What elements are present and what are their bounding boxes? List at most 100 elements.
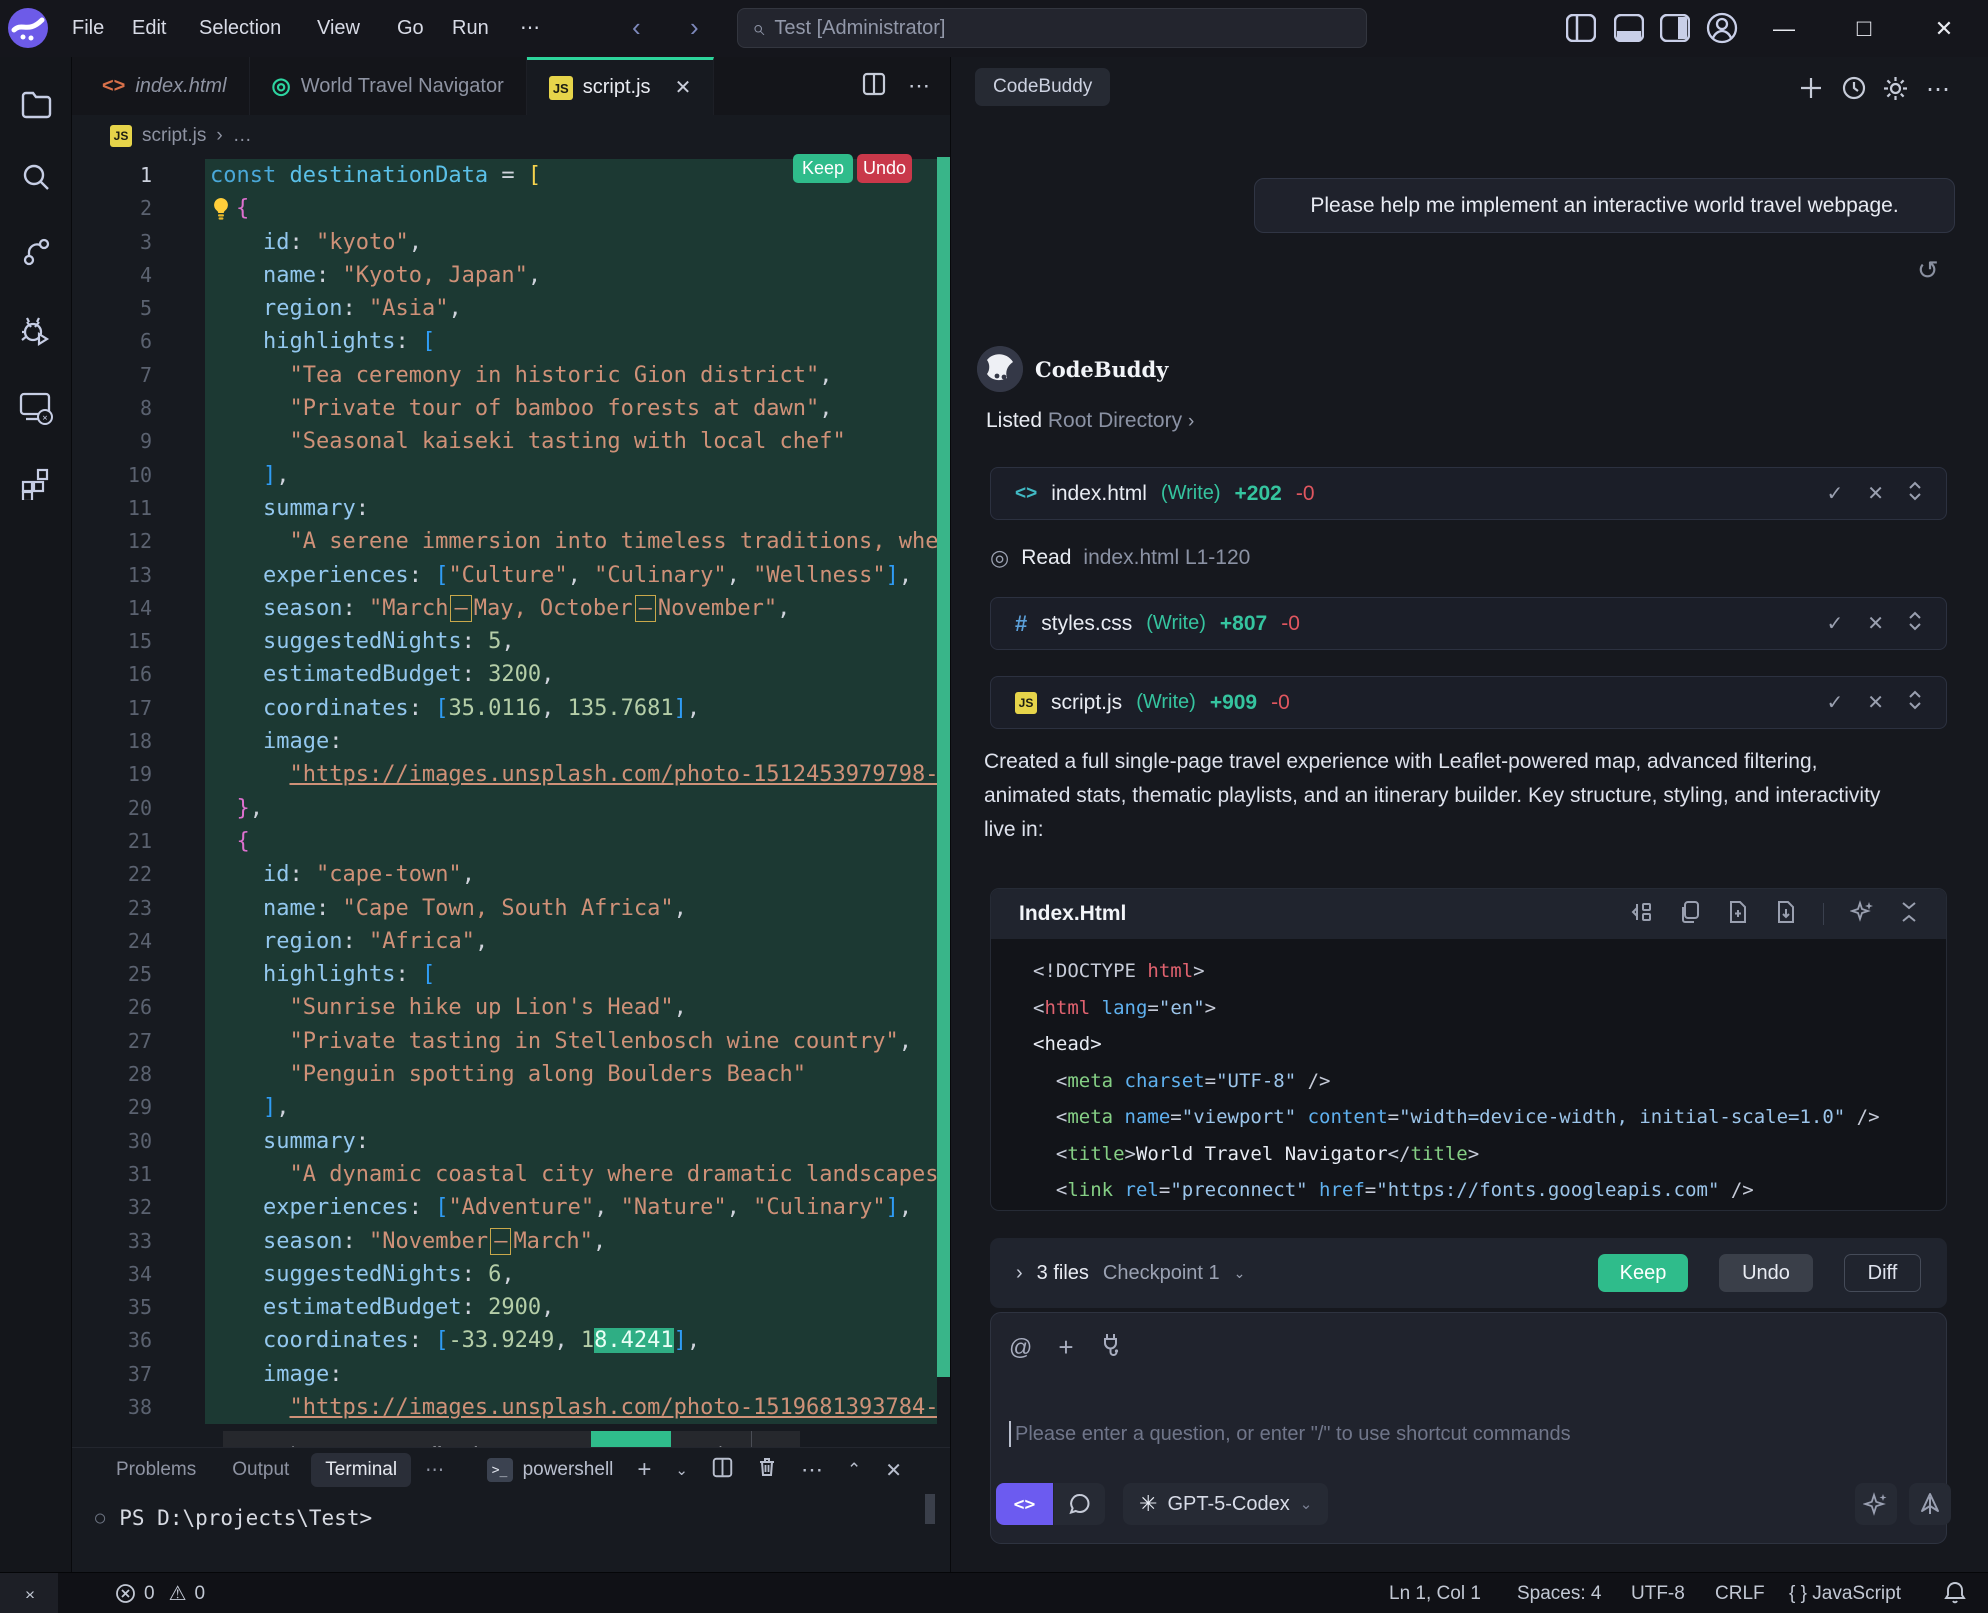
terminal-prompt[interactable]: ○ PS D:\projects\Test> <box>72 1506 950 1530</box>
code-line[interactable]: suggestedNights: 6, <box>205 1258 937 1291</box>
apply-diff-icon[interactable] <box>1629 900 1653 929</box>
expand-file-icon[interactable] <box>1908 480 1922 508</box>
toggle-sidebar-icon[interactable] <box>1566 14 1596 42</box>
undo-all-button[interactable]: Undo <box>1719 1254 1813 1292</box>
insert-file-icon[interactable] <box>1727 900 1749 929</box>
cursor-position[interactable]: Ln 1, Col 1 <box>1389 1573 1481 1613</box>
diff-button[interactable]: Diff <box>1844 1254 1921 1292</box>
history-icon[interactable] <box>1841 75 1867 108</box>
file-card-index-html[interactable]: <> index.html (Write) +202 -0 ✓ ✕ <box>990 467 1947 520</box>
code-line[interactable]: "https://images.unsplash.com/photo-15124… <box>205 758 937 791</box>
explorer-icon[interactable] <box>0 82 72 128</box>
new-terminal-icon[interactable]: + <box>637 1456 651 1484</box>
accept-file-icon[interactable]: ✓ <box>1826 690 1843 715</box>
enhance-prompt-icon[interactable] <box>1855 1483 1897 1525</box>
expand-checkpoint-icon[interactable]: › <box>1016 1262 1023 1285</box>
code-line[interactable]: id: "kyoto", <box>205 226 937 259</box>
language-mode[interactable]: { } JavaScript <box>1789 1573 1901 1613</box>
keep-all-button[interactable]: Keep <box>1598 1254 1688 1292</box>
code-line[interactable]: highlights: [ <box>205 325 937 358</box>
mention-icon[interactable]: @ <box>1009 1334 1032 1361</box>
code-line[interactable]: "https://images.unsplash.com/photo-15196… <box>205 1391 937 1424</box>
widget-more-icon[interactable]: ⋮ <box>751 1431 800 1447</box>
eol-sequence[interactable]: CRLF <box>1715 1573 1765 1613</box>
breadcrumb[interactable]: JS script.js › … <box>72 115 950 157</box>
editor-more-icon[interactable]: ⋯ <box>908 73 930 99</box>
code-line[interactable]: highlights: [ <box>205 958 937 991</box>
sparkle-icon[interactable] <box>1850 900 1874 929</box>
reject-file-icon[interactable]: ✕ <box>1867 611 1884 636</box>
menu-go[interactable]: Go <box>397 0 424 57</box>
checkpoint-dropdown-icon[interactable]: ⌄ <box>1234 1265 1246 1282</box>
new-chat-icon[interactable] <box>1798 75 1824 108</box>
menu-file[interactable]: File <box>72 0 104 57</box>
source-control-icon[interactable] <box>0 229 72 275</box>
code-line[interactable]: summary: <box>205 1125 937 1158</box>
tab-problems[interactable]: Problems <box>102 1453 210 1487</box>
notifications-bell-icon[interactable] <box>1943 1580 1967 1612</box>
chat-tab-codebuddy[interactable]: CodeBuddy <box>975 68 1110 106</box>
code-line[interactable]: experiences: ["Culture", "Culinary", "We… <box>205 559 937 592</box>
widget-undo-button[interactable]: Undo <box>671 1431 751 1447</box>
retry-icon[interactable]: ↺ <box>1917 255 1939 286</box>
chat-more-icon[interactable]: ⋯ <box>1926 75 1950 104</box>
tool-call-read[interactable]: ◎ Read index.html L1-120 <box>990 545 1250 571</box>
minimize-button[interactable]: — <box>1766 0 1802 57</box>
checkpoint-label[interactable]: Checkpoint 1 <box>1103 1262 1220 1285</box>
split-editor-icon[interactable] <box>862 72 886 101</box>
code-line[interactable]: "Tea ceremony in historic Gion district"… <box>205 359 937 392</box>
encoding[interactable]: UTF-8 <box>1631 1573 1685 1613</box>
collapse-icon[interactable] <box>1900 900 1918 929</box>
reject-file-icon[interactable]: ✕ <box>1867 481 1884 506</box>
code-line[interactable]: name: "Kyoto, Japan", <box>205 259 937 292</box>
code-line[interactable]: ], <box>205 1091 937 1124</box>
search-view-icon[interactable] <box>0 155 72 201</box>
model-selector[interactable]: ✳ GPT-5-Codex ⌄ <box>1123 1483 1328 1525</box>
accept-file-icon[interactable]: ✓ <box>1826 611 1843 636</box>
kill-terminal-icon[interactable] <box>757 1456 777 1484</box>
code-mode-toggle[interactable]: <> <box>996 1483 1053 1525</box>
file-card-script-js[interactable]: JS script.js (Write) +909 -0 ✓ ✕ <box>990 676 1947 729</box>
terminal-dropdown-icon[interactable]: ⌄ <box>675 1461 688 1479</box>
code-line[interactable]: season: "March–May, October–November", <box>205 592 937 625</box>
toggle-secondary-sidebar-icon[interactable] <box>1660 14 1690 42</box>
code-line[interactable]: "Sunrise hike up Lion's Head", <box>205 991 937 1024</box>
code-line[interactable]: "Private tasting in Stellenbosch wine co… <box>205 1025 937 1058</box>
code-line[interactable]: coordinates: [35.0116, 135.7681], <box>205 692 937 725</box>
editor-keep-button[interactable]: Keep <box>793 154 853 183</box>
problems-indicator[interactable]: 0 ⚠ 0 <box>115 1573 205 1613</box>
remote-indicator[interactable]: ›‹ <box>0 1573 58 1613</box>
maximize-button[interactable]: □ <box>1846 0 1882 57</box>
chat-input-box[interactable]: @ + Please enter a question, or enter "/… <box>990 1312 1947 1544</box>
code-line[interactable]: suggestedNights: 5, <box>205 625 937 658</box>
reject-file-icon[interactable]: ✕ <box>1867 690 1884 715</box>
code-line[interactable]: }, <box>205 792 937 825</box>
code-line[interactable]: estimatedBudget: 3200, <box>205 658 937 691</box>
code-line[interactable]: { <box>205 825 937 858</box>
account-icon[interactable] <box>1706 12 1736 40</box>
close-button[interactable]: ✕ <box>1926 0 1962 57</box>
code-line[interactable]: "A dynamic coastal city where dramatic l… <box>205 1158 937 1191</box>
run-debug-icon[interactable] <box>0 309 72 355</box>
terminal-more-icon[interactable]: ⋯ <box>801 1457 823 1483</box>
chat-mode-toggle[interactable] <box>1054 1483 1105 1525</box>
split-terminal-icon[interactable] <box>712 1457 733 1484</box>
tab-index-html[interactable]: <> index.html <box>80 57 250 115</box>
code-line[interactable]: estimatedBudget: 2900, <box>205 1291 937 1324</box>
code-line[interactable]: id: "cape-town", <box>205 858 937 891</box>
code-line[interactable]: "Private tour of bamboo forests at dawn"… <box>205 392 937 425</box>
widget-keep-button[interactable]: Keep <box>591 1431 671 1447</box>
expand-file-icon[interactable] <box>1908 610 1922 638</box>
code-line[interactable]: name: "Cape Town, South Africa", <box>205 892 937 925</box>
command-search-input[interactable]: ⌕ Test [Administrator] <box>737 8 1367 48</box>
menu-view[interactable]: View <box>317 0 360 57</box>
code-editor[interactable]: 1234567891011121314151617181920212223242… <box>72 157 950 1447</box>
tab-close-icon[interactable]: ✕ <box>675 75 692 100</box>
code-line[interactable]: season: "November–March", <box>205 1225 937 1258</box>
menu-selection[interactable]: Selection <box>199 0 281 57</box>
code-line[interactable]: image: <box>205 1358 937 1391</box>
copy-icon[interactable] <box>1679 900 1701 929</box>
attach-icon[interactable]: + <box>1058 1332 1073 1363</box>
editor-undo-button[interactable]: Undo <box>857 154 912 183</box>
shell-selector[interactable]: >_ powershell <box>487 1458 614 1482</box>
